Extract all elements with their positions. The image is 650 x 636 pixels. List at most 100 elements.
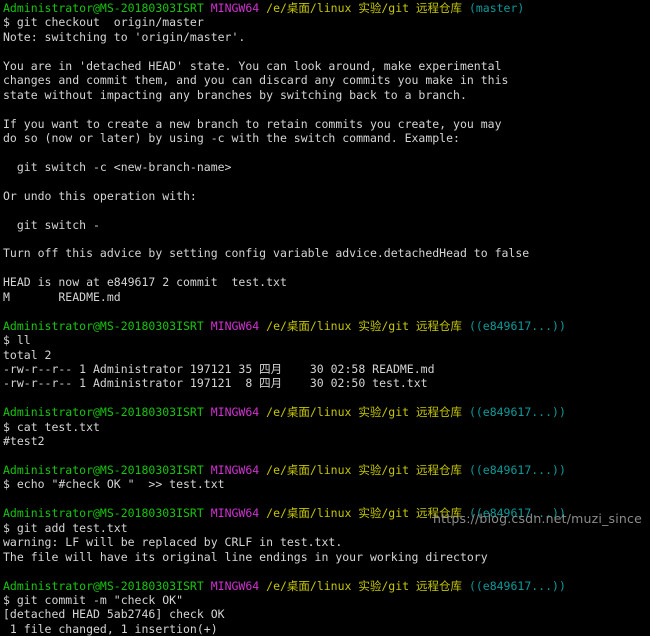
prompt-shell: MINGW64 — [210, 405, 260, 420]
terminal-output-line: git switch - — [3, 218, 650, 232]
terminal-prompt-line: Administrator@MS-20180303ISRT MINGW64 /e… — [3, 319, 650, 333]
terminal-command-line: $ echo "#check OK " >> test.txt — [3, 477, 650, 491]
prompt-user-host: Administrator@MS-20180303ISRT — [3, 578, 204, 593]
terminal-command-line: $ ll — [3, 333, 650, 347]
terminal-output-line: Note: switching to 'origin/master'. — [3, 30, 650, 44]
output-text: -rw-r--r-- 1 Administrator 197121 8 四月 3… — [3, 376, 428, 391]
output-text: HEAD is now at e849617 2 commit test.txt — [3, 275, 287, 290]
prompt-path: /e/桌面/linux 实验/git 远程仓库 — [266, 318, 462, 333]
terminal-command-line: $ git commit -m "check OK" — [3, 593, 650, 607]
prompt-branch: (master) — [468, 1, 525, 15]
terminal-output-line: [detached HEAD 5ab2746] check OK — [3, 607, 650, 621]
terminal-output-line: Or undo this operation with: — [3, 189, 650, 203]
prompt-shell: MINGW64 — [210, 1, 260, 15]
terminal-output-line: -rw-r--r-- 1 Administrator 197121 35 四月 … — [3, 362, 650, 376]
prompt-user-host: Administrator@MS-20180303ISRT — [3, 1, 204, 15]
output-text: Note: switching to 'origin/master'. — [3, 29, 246, 44]
output-text: The file will have its original line end… — [3, 549, 488, 564]
output-text: Or undo this operation with: — [3, 188, 197, 203]
prompt-user-host: Administrator@MS-20180303ISRT — [3, 318, 204, 333]
prompt-path: /e/桌面/linux 实验/git 远程仓库 — [266, 578, 462, 593]
prompt-shell: MINGW64 — [210, 578, 260, 593]
terminal-output-line: Turn off this advice by setting config v… — [3, 246, 650, 260]
terminal-command-line: $ git checkout origin/master — [3, 15, 650, 29]
prompt-branch: ((e849617...)) — [468, 463, 566, 477]
output-text: do so (now or later) by using -c with th… — [3, 130, 460, 145]
output-text: warning: LF will be replaced by CRLF in … — [3, 535, 343, 550]
terminal-output-line: M README.md — [3, 290, 650, 304]
command-text: $ git checkout origin/master — [3, 15, 204, 30]
terminal-output-line: 1 file changed, 1 insertion(+) — [3, 622, 650, 636]
output-text: If you want to create a new branch to re… — [3, 116, 502, 131]
terminal-output-line: warning: LF will be replaced by CRLF in … — [3, 535, 650, 549]
command-text: $ ll — [3, 333, 31, 348]
prompt-path: /e/桌面/linux 实验/git 远程仓库 — [266, 1, 462, 15]
prompt-branch: ((e849617...)) — [468, 578, 566, 593]
output-text: total 2 — [3, 347, 52, 362]
prompt-shell: MINGW64 — [210, 506, 260, 521]
terminal-prompt-line: Administrator@MS-20180303ISRT MINGW64 /e… — [3, 579, 650, 593]
output-text: [detached HEAD 5ab2746] check OK — [3, 607, 225, 622]
output-text: -rw-r--r-- 1 Administrator 197121 35 四月 … — [3, 361, 435, 376]
command-text: $ cat test.txt — [3, 419, 100, 434]
terminal-output-line: The file will have its original line end… — [3, 550, 650, 564]
terminal-window[interactable]: Administrator@MS-20180303ISRT MINGW64 /e… — [0, 0, 650, 636]
output-text: changes and commit them, and you can dis… — [3, 73, 509, 88]
prompt-user-host: Administrator@MS-20180303ISRT — [3, 405, 204, 420]
command-text: $ git commit -m "check OK" — [3, 592, 184, 607]
terminal-output-line: You are in 'detached HEAD' state. You ca… — [3, 59, 650, 73]
prompt-path: /e/桌面/linux 实验/git 远程仓库 — [266, 463, 462, 477]
terminal-output-line: changes and commit them, and you can dis… — [3, 73, 650, 87]
terminal-command-line: $ cat test.txt — [3, 420, 650, 434]
prompt-user-host: Administrator@MS-20180303ISRT — [3, 506, 204, 521]
terminal-output-line: git switch -c <new-branch-name> — [3, 160, 650, 174]
prompt-branch: ((e849617...)) — [468, 405, 566, 420]
output-text: 1 file changed, 1 insertion(+) — [3, 621, 218, 636]
prompt-user-host: Administrator@MS-20180303ISRT — [3, 463, 204, 477]
terminal-output-line: state without impacting any branches by … — [3, 88, 650, 102]
prompt-branch: ((e849617...)) — [468, 318, 566, 333]
output-text: git switch -c <new-branch-name> — [3, 159, 232, 174]
output-text: You are in 'detached HEAD' state. You ca… — [3, 58, 502, 73]
terminal-output-line: do so (now or later) by using -c with th… — [3, 131, 650, 145]
terminal-prompt-line: Administrator@MS-20180303ISRT MINGW64 /e… — [3, 463, 650, 477]
terminal-prompt-line: Administrator@MS-20180303ISRT MINGW64 /e… — [3, 1, 650, 15]
prompt-shell: MINGW64 — [210, 318, 260, 333]
output-text: state without impacting any branches by … — [3, 87, 467, 102]
command-text: $ git add test.txt — [3, 520, 128, 535]
terminal-output-line: total 2 — [3, 348, 650, 362]
terminal-output-line: -rw-r--r-- 1 Administrator 197121 8 四月 3… — [3, 376, 650, 390]
command-text: $ echo "#check OK " >> test.txt — [3, 477, 225, 492]
terminal-output: Administrator@MS-20180303ISRT MINGW64 /e… — [3, 1, 650, 636]
terminal-prompt-line: Administrator@MS-20180303ISRT MINGW64 /e… — [3, 405, 650, 419]
output-text: Turn off this advice by setting config v… — [3, 246, 530, 261]
output-text: git switch - — [3, 217, 100, 232]
prompt-shell: MINGW64 — [210, 463, 260, 477]
prompt-path: /e/桌面/linux 实验/git 远程仓库 — [266, 405, 462, 420]
terminal-output-line: If you want to create a new branch to re… — [3, 117, 650, 131]
